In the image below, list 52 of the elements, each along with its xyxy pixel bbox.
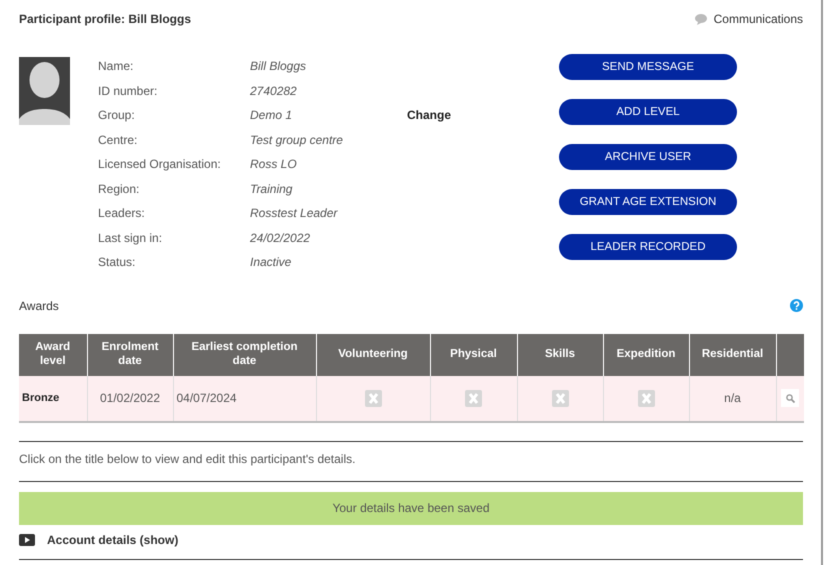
action-button[interactable]: LEADER RECORDED xyxy=(559,234,737,260)
table-cell: n/a xyxy=(689,376,776,420)
detail-value: Rosstest Leader xyxy=(250,206,339,220)
detail-label: Licensed Organisation: xyxy=(98,157,222,172)
detail-value: Inactive xyxy=(250,255,292,270)
detail-value: Bill Bloggs xyxy=(250,59,308,74)
column-header: Earliest completion date xyxy=(173,334,316,376)
section-toggle[interactable]: Account details (show) xyxy=(47,532,178,546)
cross-icon xyxy=(465,390,482,406)
column-header: Physical xyxy=(430,334,517,376)
column-header: Volunteering xyxy=(316,334,430,376)
detail-label: Group: xyxy=(98,108,136,122)
detail-value: Training xyxy=(250,182,294,196)
action-button[interactable]: GRANT AGE EXTENSION xyxy=(559,189,737,215)
detail-label: Region: xyxy=(98,182,140,196)
communications-link[interactable]: Communications xyxy=(694,12,803,26)
cross-icon xyxy=(552,390,568,406)
action-button[interactable]: ARCHIVE USER xyxy=(559,144,737,170)
column-header: Expedition xyxy=(603,334,689,376)
column-header: Residential xyxy=(689,334,776,376)
change-link[interactable]: Change xyxy=(407,108,452,122)
detail-label: Centre: xyxy=(98,132,138,147)
detail-label: Last sign in: xyxy=(98,230,164,245)
cross-icon xyxy=(364,390,382,406)
detail-value: 2740282 xyxy=(250,84,298,98)
column-header: Skills xyxy=(517,334,603,376)
detail-label: Leaders: xyxy=(98,206,146,220)
table-cell: 04/07/2024 xyxy=(173,376,316,420)
detail-label: Status: xyxy=(98,255,136,270)
page-title: Participant profile: Bill Bloggs xyxy=(19,12,192,26)
column-header: Award level xyxy=(19,334,87,376)
detail-value: Demo 1 xyxy=(250,108,294,122)
section-title: Awards xyxy=(19,298,59,312)
help-icon[interactable] xyxy=(790,299,803,312)
speech-bubble-icon xyxy=(694,14,707,24)
expand-icon[interactable] xyxy=(19,534,35,546)
action-button[interactable]: SEND MESSAGE xyxy=(559,54,737,80)
instruction-text: Click on the title below to view and edit this participant's details. xyxy=(19,452,356,466)
table-cell: 01/02/2022 xyxy=(87,376,173,420)
cross-icon xyxy=(638,390,654,406)
detail-value: 24/02/2022 xyxy=(250,230,312,245)
detail-label: Name: xyxy=(98,59,134,74)
table-cell: Bronze xyxy=(19,376,87,420)
detail-label: ID number: xyxy=(98,84,158,98)
action-button[interactable]: ADD LEVEL xyxy=(559,99,737,125)
search-icon xyxy=(786,394,795,402)
success-banner: Your details have been saved xyxy=(19,492,803,524)
detail-value: Ross LO xyxy=(250,157,298,172)
avatar-icon xyxy=(19,57,70,125)
column-header: Enrolment date xyxy=(87,334,173,376)
search-button[interactable] xyxy=(781,389,800,407)
detail-value: Test group centre xyxy=(250,132,344,147)
